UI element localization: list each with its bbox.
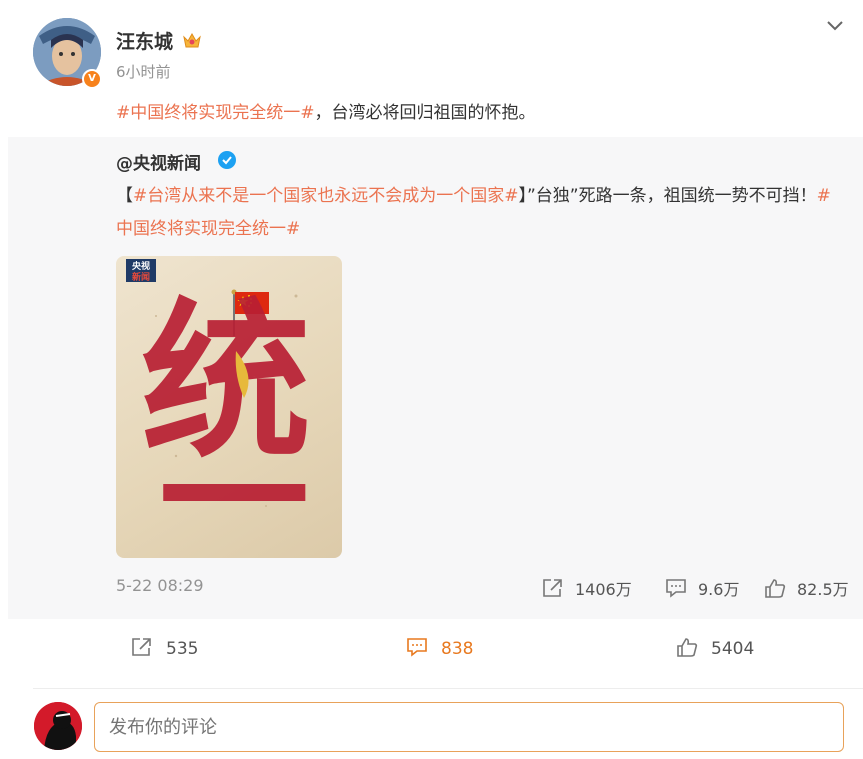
verified-badge-icon: V (82, 69, 102, 89)
bracket-close: 】 (518, 186, 528, 206)
chevron-down-icon[interactable] (824, 14, 846, 36)
crown-icon (181, 29, 203, 51)
share-icon (132, 638, 151, 656)
repost-text-body: ”台独”死路一条，祖国统一势不可挡！ (527, 186, 817, 206)
thumbs-up-icon (677, 638, 698, 657)
author-name[interactable]: 汪东城 (116, 27, 173, 54)
comment-count: 838 (441, 639, 474, 659)
post-time[interactable]: 6小时前 (116, 61, 171, 82)
bracket-open: 【 (116, 186, 133, 206)
repost-like-count: 82.5万 (797, 580, 849, 599)
repost-comment-count: 9.6万 (698, 580, 740, 599)
share-button[interactable]: 535 (130, 636, 198, 659)
repost-comment-stat[interactable]: 9.6万 (664, 576, 739, 600)
post-text-body: ，台湾必将回归祖国的怀抱。 (314, 103, 536, 123)
comment-icon (407, 638, 427, 657)
verified-blue-icon (218, 151, 236, 169)
calligraphy-character-2: 一 (159, 411, 309, 558)
comment-icon (666, 579, 686, 598)
cctv-news-logo: 央视 新闻 (126, 259, 156, 283)
like-button[interactable]: 5404 (675, 636, 754, 659)
topic-link[interactable]: #中国终将实现完全统一# (116, 103, 315, 123)
user-avatar[interactable] (34, 702, 82, 750)
share-count: 535 (166, 639, 199, 659)
comment-input[interactable] (94, 702, 844, 752)
post-image[interactable]: 央视 新闻 统 一 (116, 256, 342, 558)
repost-date[interactable]: 5-22 08:29 (116, 576, 204, 595)
divider (33, 688, 863, 689)
thumbs-up-icon (765, 579, 786, 598)
topic-link[interactable]: #台湾从来不是一个国家也永远不会成为一个国家# (133, 186, 519, 206)
logo-top-text: 央视 (132, 260, 150, 272)
repost-like-stat[interactable]: 82.5万 (763, 576, 849, 600)
comment-button[interactable]: 838 (405, 636, 473, 659)
share-icon (543, 579, 562, 597)
repost-author[interactable]: @央视新闻 (116, 149, 201, 174)
post-text: #中国终将实现完全统一#，台湾必将回归祖国的怀抱。 (116, 98, 536, 123)
repost-share-count: 1406万 (575, 580, 632, 599)
like-count: 5404 (711, 639, 755, 659)
repost-text: 【#台湾从来不是一个国家也永远不会成为一个国家#】”台独”死路一条，祖国统一势不… (116, 180, 841, 246)
repost-share-stat[interactable]: 1406万 (541, 576, 632, 600)
